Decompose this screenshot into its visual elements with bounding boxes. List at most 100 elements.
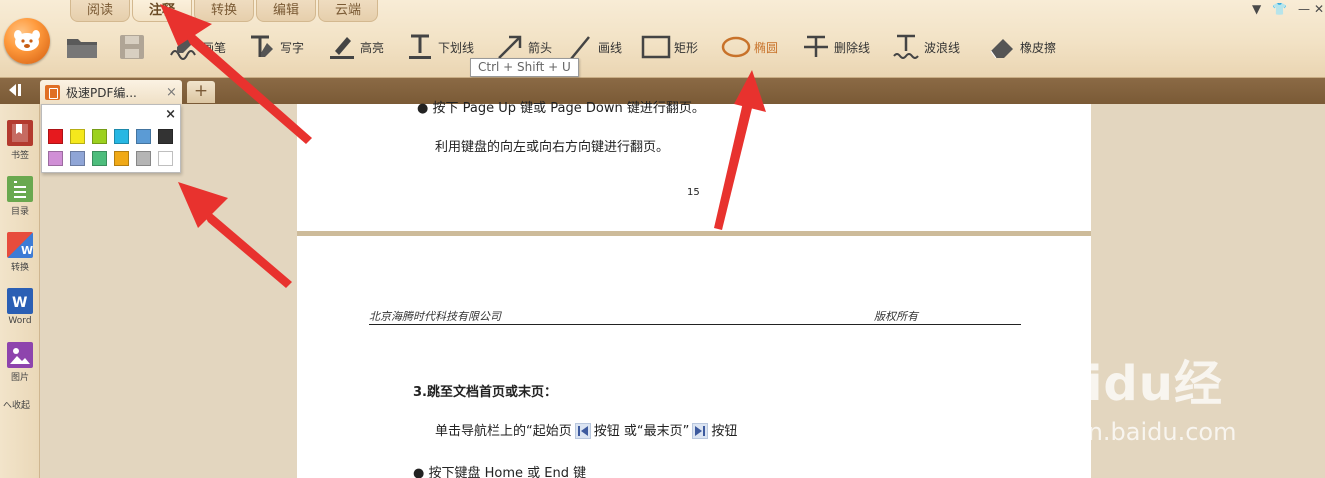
document-tab-title: 极速PDF编...: [66, 85, 137, 100]
baidu-watermark: Baidu经验 jingyan.baidu.com: [1015, 338, 1255, 478]
svg-text:W: W: [21, 244, 33, 257]
tool-label: 写字: [280, 40, 305, 55]
page-bullet-text: ● 按下 Page Up 键或 Page Down 键进行翻页。: [417, 101, 705, 116]
color-swatch[interactable]: [158, 151, 173, 166]
image-icon: [7, 342, 33, 368]
watermark-brand: Baidu经验: [1015, 356, 1223, 478]
rectangle-tool-button[interactable]: 矩形: [638, 30, 698, 64]
bookmark-icon: [7, 120, 33, 146]
color-swatch[interactable]: [92, 129, 107, 144]
collapse-sidebar-link[interactable]: へ收起: [3, 398, 30, 411]
toc-icon: [7, 176, 33, 202]
tool-label: 椭圆: [754, 40, 779, 55]
color-swatch[interactable]: [158, 129, 173, 144]
eraser-icon: [984, 30, 1020, 64]
skin-icon[interactable]: 👕: [1272, 2, 1287, 16]
sidebar-item-label: 图片: [10, 373, 29, 383]
highlight-tool-button[interactable]: 高亮: [324, 30, 384, 64]
page-header-company: 北京海腾时代科技有限公司: [369, 310, 501, 323]
sidebar-item-label: 目录: [10, 207, 29, 217]
ellipse-tool-button[interactable]: 椭圆: [718, 30, 778, 64]
underline-icon: [402, 30, 438, 64]
color-swatch[interactable]: [70, 129, 85, 144]
tool-label: 波浪线: [924, 40, 961, 55]
sidebar-item-toc[interactable]: 目录: [0, 176, 40, 217]
tab-edit[interactable]: 编辑: [256, 0, 316, 22]
color-swatch[interactable]: [114, 129, 129, 144]
write-tool-button[interactable]: 写字: [244, 30, 304, 64]
sidebar-item-word[interactable]: W Word: [0, 288, 40, 326]
tool-label: 删除线: [834, 40, 871, 55]
tool-label: 画笔: [202, 40, 227, 55]
highlight-icon: [324, 30, 360, 64]
first-page-icon: [574, 423, 591, 439]
page-number: 15: [687, 187, 700, 198]
convert-icon: W: [7, 232, 33, 258]
pen-tool-button[interactable]: 画笔: [166, 30, 226, 64]
color-swatch[interactable]: [48, 129, 63, 144]
tool-label: 矩形: [674, 40, 699, 55]
color-swatch[interactable]: [70, 151, 85, 166]
app-logo[interactable]: [4, 18, 50, 64]
header-rule: [369, 324, 1021, 325]
pdf-file-icon: [45, 84, 60, 100]
color-swatch[interactable]: [92, 151, 107, 166]
color-swatch[interactable]: [136, 151, 151, 166]
shortcut-tooltip: Ctrl + Shift + U: [470, 58, 579, 77]
color-swatch[interactable]: [136, 129, 151, 144]
close-tab-icon[interactable]: ×: [166, 85, 182, 100]
minimize-button[interactable]: —: [1298, 2, 1310, 16]
tab-cloud[interactable]: 云端: [318, 0, 378, 22]
save-button[interactable]: [114, 30, 150, 64]
tool-label: 橡皮擦: [1020, 40, 1057, 55]
wavy-line-tool-button[interactable]: 波浪线: [888, 30, 960, 64]
word-icon: W: [7, 288, 33, 314]
new-tab-button[interactable]: +: [187, 81, 215, 103]
color-swatch[interactable]: [48, 151, 63, 166]
last-page-icon: [692, 423, 709, 439]
tool-label: 画线: [598, 40, 623, 55]
color-swatch[interactable]: [114, 151, 129, 166]
dropdown-menu-icon[interactable]: ▼: [1252, 2, 1261, 16]
svg-text:W: W: [12, 295, 27, 311]
watermark-url: jingyan.baidu.com: [1015, 418, 1237, 446]
pdf-page-16: 北京海腾时代科技有限公司 版权所有 3.跳至文档首页或末页： 单击导航栏上的“起…: [297, 236, 1091, 478]
tab-annotate[interactable]: 注释: [132, 0, 192, 22]
strikethrough-icon: [798, 30, 834, 64]
pdf-page-15: ● 按下 Page Up 键或 Page Down 键进行翻页。 利用键盘的向左…: [297, 101, 1091, 231]
sidebar-item-label: 转换: [10, 263, 29, 273]
folder-icon: [64, 30, 100, 64]
sidebar-item-bookmark[interactable]: 书签: [0, 120, 40, 161]
text-tool-icon: [244, 30, 280, 64]
save-icon: [114, 30, 150, 64]
sidebar-item-image[interactable]: 图片: [0, 342, 40, 383]
strikethrough-tool-button[interactable]: 删除线: [798, 30, 870, 64]
tab-convert[interactable]: 转换: [194, 0, 254, 22]
page-text: 利用键盘的向左或向右方向键进行翻页。: [435, 140, 670, 155]
underline-tool-button[interactable]: 下划线: [402, 30, 474, 64]
ellipse-icon: [718, 30, 754, 64]
page-bullet-home-end: ● 按下键盘 Home 或 End 键: [413, 466, 587, 478]
sidebar-item-label: Word: [8, 316, 32, 326]
page-header-copyright: 版权所有: [874, 310, 918, 323]
main-toolbar: 阅读 注释 转换 编辑 云端 画笔 写字 高亮 下划线 箭头 画线 矩形 椭圆 …: [0, 0, 1325, 78]
sidebar-item-convert[interactable]: W 转换: [0, 232, 40, 273]
open-button[interactable]: [64, 30, 100, 64]
tool-label: 下划线: [438, 40, 475, 55]
rectangle-icon: [638, 30, 674, 64]
close-button[interactable]: ✕: [1314, 2, 1324, 16]
tool-label: 高亮: [360, 40, 385, 55]
page-text-nav: 单击导航栏上的“起始页 按钮 或“最末页” 按钮: [435, 423, 738, 439]
pen-icon: [166, 30, 202, 64]
color-picker-popup: ×: [41, 104, 181, 173]
section-heading: 3.跳至文档首页或末页：: [413, 385, 557, 400]
close-picker-icon[interactable]: ×: [165, 107, 176, 122]
tool-label: 箭头: [528, 40, 553, 55]
document-tab[interactable]: 极速PDF编... ×: [40, 80, 182, 104]
tab-read[interactable]: 阅读: [70, 0, 130, 22]
eraser-tool-button[interactable]: 橡皮擦: [984, 30, 1056, 64]
left-sidebar: 书签 目录 W 转换 W Word 图片 へ收起: [0, 104, 40, 478]
collapse-sidebar-icon[interactable]: [6, 83, 26, 99]
wavy-line-icon: [888, 30, 924, 64]
sidebar-item-label: 书签: [10, 151, 29, 161]
